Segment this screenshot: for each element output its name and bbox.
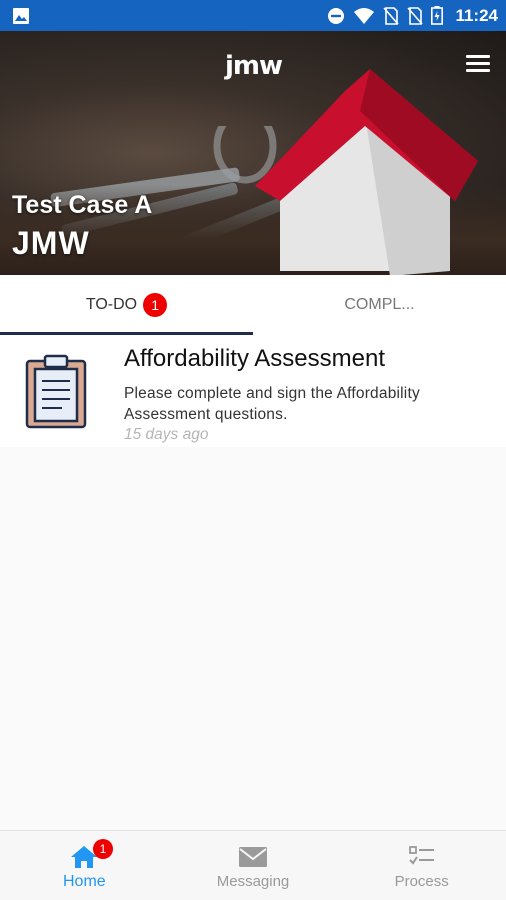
- house-image: [255, 69, 478, 275]
- no-sim-icon: [407, 6, 424, 25]
- tab-todo-label: TO-DO: [85, 296, 138, 313]
- header-banner: jmw Test Case A JMW: [0, 31, 506, 275]
- todo-list: Affordability Assessment Please complete…: [0, 335, 506, 830]
- status-time: 11:24: [455, 5, 498, 25]
- case-owner: JMW: [12, 225, 90, 261]
- nav-messaging[interactable]: Messaging: [169, 831, 338, 900]
- do-not-disturb-icon: [328, 7, 345, 24]
- list-item[interactable]: Affordability Assessment Please complete…: [0, 335, 506, 447]
- nav-home-badge: 1: [93, 839, 113, 859]
- nav-process[interactable]: Process: [337, 831, 506, 900]
- mail-icon: [239, 847, 267, 867]
- item-age: 15 days ago: [124, 426, 209, 443]
- nav-home[interactable]: 1 Home: [0, 831, 169, 900]
- status-bar: 11:24: [0, 0, 506, 31]
- no-sim-icon: [383, 6, 400, 25]
- nav-process-label: Process: [394, 873, 449, 890]
- nav-messaging-label: Messaging: [216, 873, 290, 890]
- item-description: Please complete and sign the Affordabili…: [124, 385, 420, 423]
- checklist-icon: [408, 846, 434, 865]
- hamburger-menu-icon[interactable]: [466, 55, 490, 73]
- tab-bar: TO-DO 1 COMPL...: [0, 275, 506, 335]
- case-title: Test Case A: [12, 191, 153, 219]
- nav-home-label: Home: [62, 873, 106, 890]
- tab-completed-label: COMPL...: [344, 296, 415, 313]
- tab-completed[interactable]: COMPL...: [253, 275, 506, 335]
- jmw-logo: jmw: [225, 51, 283, 81]
- tab-todo[interactable]: TO-DO 1: [0, 275, 253, 335]
- bottom-navigation: 1 Home Messaging Process: [0, 830, 506, 900]
- wifi-icon: [354, 7, 375, 24]
- battery-icon: [431, 6, 444, 25]
- item-title: Affordability Assessment: [124, 345, 386, 372]
- image-icon: [13, 7, 29, 24]
- clipboard-icon: [25, 354, 87, 429]
- tab-todo-badge: 1: [143, 293, 168, 317]
